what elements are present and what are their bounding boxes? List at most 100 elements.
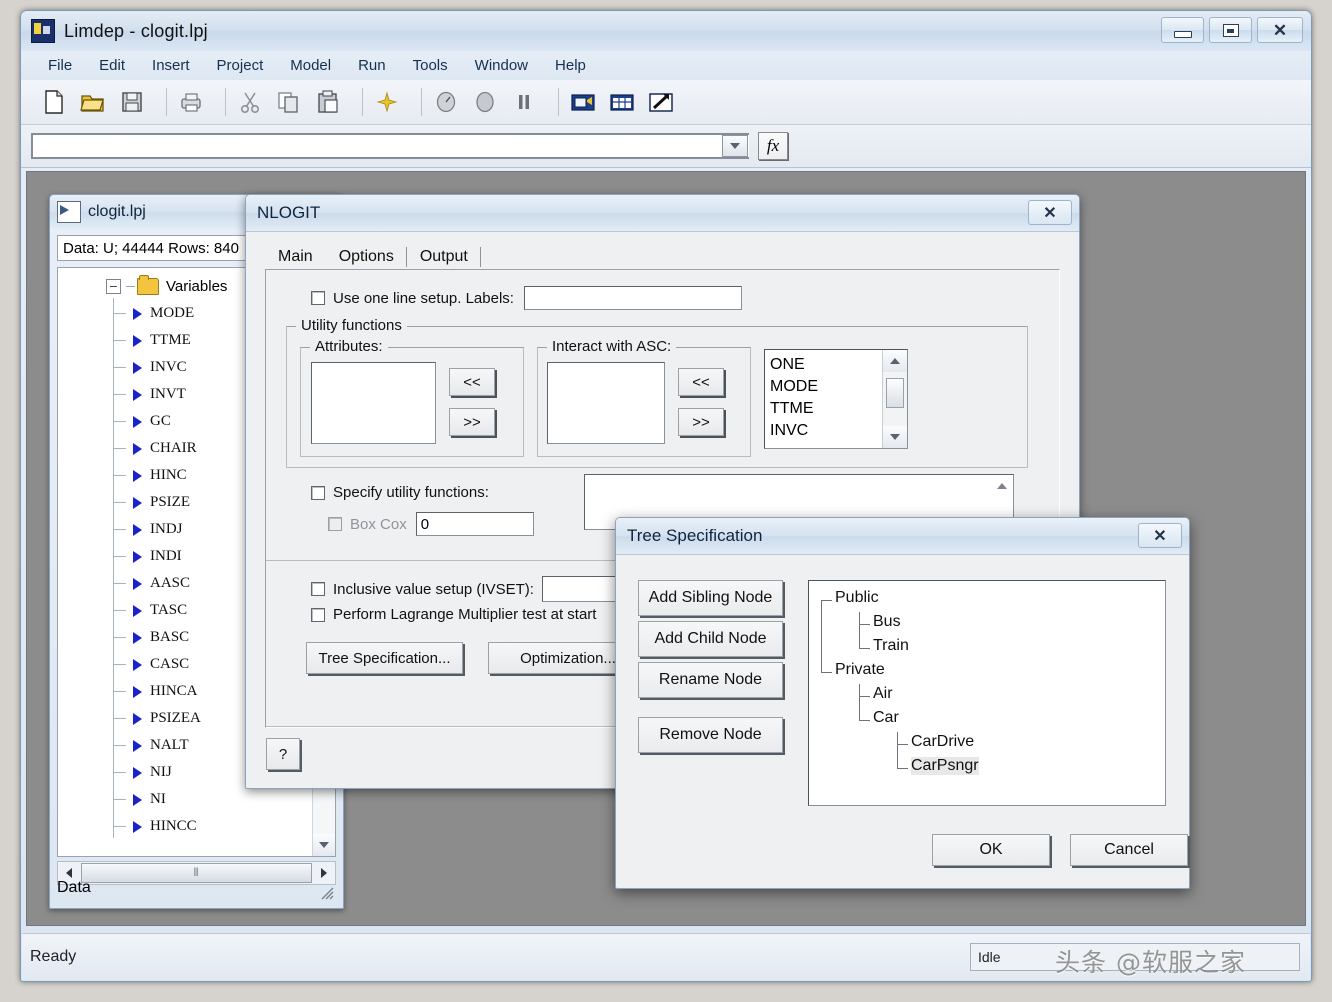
cancel-button[interactable]: Cancel bbox=[1070, 834, 1188, 866]
scroll-down-icon[interactable] bbox=[883, 426, 907, 448]
menu-edit[interactable]: Edit bbox=[86, 53, 138, 78]
available-variables-listbox[interactable]: ONE MODE TTME INVC bbox=[764, 349, 908, 449]
tree-item-variable[interactable]: CASC bbox=[106, 651, 227, 678]
tree-spec-node[interactable]: Train bbox=[873, 637, 909, 655]
tab-main[interactable]: Main bbox=[265, 245, 326, 270]
tree-item-variable[interactable]: AASC bbox=[106, 570, 227, 597]
lagrange-checkbox[interactable] bbox=[311, 607, 325, 622]
one-line-setup-checkbox[interactable] bbox=[311, 291, 325, 305]
tree-item-variable[interactable]: INVC bbox=[106, 354, 227, 381]
tree-item-variable[interactable]: PSIZEA bbox=[106, 705, 227, 732]
function-button[interactable]: fx bbox=[758, 132, 788, 160]
command-combo[interactable] bbox=[31, 133, 749, 159]
tree-expander-icon[interactable]: − bbox=[106, 279, 121, 294]
remove-node-button[interactable]: Remove Node bbox=[638, 717, 783, 753]
utility-scroll-up-icon[interactable] bbox=[993, 478, 1011, 494]
tree-connector bbox=[113, 610, 126, 611]
interact-asc-remove-button[interactable]: >> bbox=[678, 408, 724, 436]
menu-window[interactable]: Window bbox=[462, 53, 541, 78]
command-input[interactable] bbox=[37, 135, 709, 157]
interact-asc-listbox[interactable] bbox=[547, 362, 665, 444]
tree-item-variable[interactable]: MODE bbox=[106, 300, 227, 327]
add-sibling-node-button[interactable]: Add Sibling Node bbox=[638, 580, 783, 616]
tree-item-variable[interactable]: INDI bbox=[106, 543, 227, 570]
tree-item-variable[interactable]: TTME bbox=[106, 327, 227, 354]
menu-help[interactable]: Help bbox=[542, 53, 599, 78]
listbox-scroll-thumb[interactable] bbox=[886, 378, 904, 408]
tree-spec-node[interactable]: Private bbox=[835, 661, 885, 679]
menu-tools[interactable]: Tools bbox=[400, 53, 461, 78]
treespec-close-button[interactable]: ✕ bbox=[1138, 523, 1182, 548]
help-button[interactable]: ? bbox=[266, 738, 300, 770]
available-variables-scrollbar[interactable] bbox=[882, 350, 907, 448]
interact-asc-add-button[interactable]: << bbox=[678, 368, 724, 396]
specify-utility-checkbox[interactable] bbox=[311, 485, 325, 500]
ok-button[interactable]: OK bbox=[932, 834, 1050, 866]
data-window-footer: Data bbox=[57, 873, 336, 903]
resize-grip-icon[interactable] bbox=[318, 884, 334, 900]
matrix-icon[interactable] bbox=[603, 85, 641, 119]
tree-item-variable[interactable]: INVT bbox=[106, 381, 227, 408]
tab-options[interactable]: Options bbox=[326, 245, 407, 270]
tree-item-variable[interactable]: PSIZE bbox=[106, 489, 227, 516]
scroll-down-icon[interactable] bbox=[313, 834, 335, 856]
minimize-button[interactable] bbox=[1161, 17, 1204, 43]
sparkle-icon[interactable] bbox=[368, 85, 406, 119]
go-icon[interactable] bbox=[427, 85, 465, 119]
tree-node-variables[interactable]: − Variables bbox=[106, 273, 227, 300]
tree-item-variable[interactable]: NALT bbox=[106, 732, 227, 759]
tree-specification-button[interactable]: Tree Specification... bbox=[306, 642, 463, 674]
menu-file[interactable]: File bbox=[35, 53, 85, 78]
stop-icon[interactable] bbox=[466, 85, 504, 119]
paste-icon[interactable] bbox=[309, 85, 347, 119]
one-line-setup-input[interactable] bbox=[523, 286, 742, 310]
tree-item-variable[interactable]: INDJ bbox=[106, 516, 227, 543]
maximize-button[interactable] bbox=[1209, 17, 1252, 43]
tree-connector-line bbox=[859, 612, 860, 648]
tree-item-variable[interactable]: HINC bbox=[106, 462, 227, 489]
box-cox-row: Box Cox 0 bbox=[328, 512, 534, 536]
copy-icon[interactable] bbox=[270, 85, 308, 119]
tree-spec-node[interactable]: Car bbox=[873, 709, 899, 727]
nlogit-close-button[interactable]: ✕ bbox=[1028, 200, 1072, 225]
chevron-down-icon[interactable] bbox=[722, 135, 748, 157]
tree-item-variable[interactable]: NI bbox=[106, 786, 227, 813]
tree-item-variable[interactable]: NIJ bbox=[106, 759, 227, 786]
box-cox-checkbox[interactable] bbox=[328, 517, 342, 531]
print-icon[interactable] bbox=[172, 85, 210, 119]
tree-connector bbox=[126, 286, 135, 287]
open-folder-icon[interactable] bbox=[74, 85, 112, 119]
rename-node-button[interactable]: Rename Node bbox=[638, 662, 783, 698]
tree-spec-node[interactable]: CarPsngr bbox=[911, 757, 979, 775]
save-icon[interactable] bbox=[113, 85, 151, 119]
box-cox-input[interactable]: 0 bbox=[415, 512, 534, 536]
add-child-node-button[interactable]: Add Child Node bbox=[638, 621, 783, 657]
menu-insert[interactable]: Insert bbox=[139, 53, 203, 78]
scroll-up-icon[interactable] bbox=[883, 350, 907, 372]
tree-spec-node[interactable]: Bus bbox=[873, 613, 901, 631]
ivset-checkbox[interactable] bbox=[311, 582, 325, 596]
close-button[interactable]: ✕ bbox=[1257, 17, 1303, 43]
tree-spec-node[interactable]: Public bbox=[835, 589, 879, 607]
attributes-remove-button[interactable]: >> bbox=[449, 408, 495, 436]
cut-icon[interactable] bbox=[231, 85, 269, 119]
tree-item-variable[interactable]: HINCC bbox=[106, 813, 227, 840]
new-file-icon[interactable] bbox=[35, 85, 73, 119]
attributes-listbox[interactable] bbox=[311, 362, 436, 444]
tree-item-variable[interactable]: TASC bbox=[106, 597, 227, 624]
tree-item-variable[interactable]: BASC bbox=[106, 624, 227, 651]
tree-item-variable[interactable]: HINCA bbox=[106, 678, 227, 705]
tree-structure-view[interactable]: Public Bus Train Private Air Car CarDrive CarPs… bbox=[808, 580, 1166, 806]
menu-model[interactable]: Model bbox=[277, 53, 344, 78]
menu-run[interactable]: Run bbox=[345, 53, 399, 78]
tab-output[interactable]: Output bbox=[407, 245, 481, 270]
tools-icon[interactable] bbox=[642, 85, 680, 119]
attributes-add-button[interactable]: << bbox=[449, 368, 495, 396]
tree-item-variable[interactable]: CHAIR bbox=[106, 435, 227, 462]
project-icon[interactable] bbox=[564, 85, 602, 119]
menu-project[interactable]: Project bbox=[204, 53, 277, 78]
pause-icon[interactable] bbox=[505, 85, 543, 119]
tree-spec-node[interactable]: Air bbox=[873, 685, 893, 703]
tree-item-variable[interactable]: GC bbox=[106, 408, 227, 435]
tree-spec-node[interactable]: CarDrive bbox=[911, 733, 974, 751]
